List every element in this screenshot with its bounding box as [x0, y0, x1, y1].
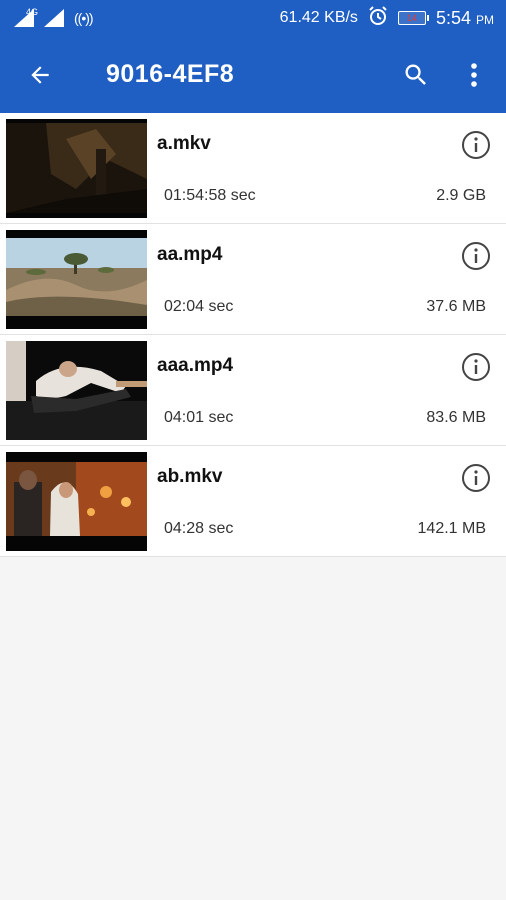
file-size: 37.6 MB — [426, 298, 486, 315]
video-thumbnail — [6, 452, 147, 551]
info-button[interactable] — [460, 129, 492, 161]
file-name: aa.mp4 — [157, 244, 223, 265]
clock: 5:54 PM — [436, 8, 494, 29]
page-title: 9016-4EF8 — [106, 60, 235, 88]
signal-icon-2 — [44, 9, 66, 27]
video-thumbnail — [6, 341, 147, 440]
file-name: ab.mkv — [157, 466, 223, 487]
network-type-label: 4G — [26, 7, 39, 17]
battery-icon: 14 — [397, 11, 429, 25]
info-icon — [462, 464, 490, 492]
file-name: aaa.mp4 — [157, 355, 234, 376]
network-speed: 61.42 KB/s — [279, 9, 358, 26]
file-duration: 02:04 sec — [164, 298, 234, 315]
info-button[interactable] — [460, 462, 492, 494]
info-icon — [462, 353, 490, 381]
file-duration: 04:28 sec — [164, 520, 234, 537]
time-value: 5:54 — [435, 7, 471, 28]
info-button[interactable] — [460, 240, 492, 272]
file-size: 2.9 GB — [436, 187, 486, 204]
search-icon — [405, 64, 426, 85]
video-thumbnail — [6, 230, 147, 329]
battery-level: 14 — [406, 13, 417, 23]
overflow-menu-button[interactable] — [458, 55, 490, 95]
signal-icon: 4G — [14, 7, 39, 27]
file-list: a.mkv 01:54:58 sec 2.9 GB aa.mp4 02:04 s… — [0, 113, 506, 557]
arrow-back-icon — [31, 65, 49, 84]
file-duration: 01:54:58 sec — [164, 187, 256, 204]
back-button[interactable] — [20, 55, 60, 95]
more-vert-icon — [471, 62, 477, 87]
info-icon — [462, 131, 490, 159]
file-size: 83.6 MB — [426, 409, 486, 426]
search-button[interactable] — [400, 55, 432, 95]
list-item[interactable]: a.mkv 01:54:58 sec 2.9 GB — [0, 113, 506, 224]
hotspot-icon: ((•)) — [74, 10, 94, 26]
alarm-icon — [368, 5, 388, 31]
list-item[interactable]: aaa.mp4 04:01 sec 83.6 MB — [0, 335, 506, 446]
video-thumbnail — [6, 119, 147, 218]
list-item[interactable]: aa.mp4 02:04 sec 37.6 MB — [0, 224, 506, 335]
file-name: a.mkv — [157, 133, 211, 154]
time-ampm: PM — [476, 12, 494, 27]
info-button[interactable] — [460, 351, 492, 383]
status-bar: 4G ((•)) 61.42 KB/s 14 5:54 PM — [0, 0, 506, 36]
file-size: 142.1 MB — [417, 520, 486, 537]
app-bar: 9016-4EF8 — [0, 36, 506, 113]
info-icon — [462, 242, 490, 270]
list-item[interactable]: ab.mkv 04:28 sec 142.1 MB — [0, 446, 506, 557]
file-duration: 04:01 sec — [164, 409, 234, 426]
